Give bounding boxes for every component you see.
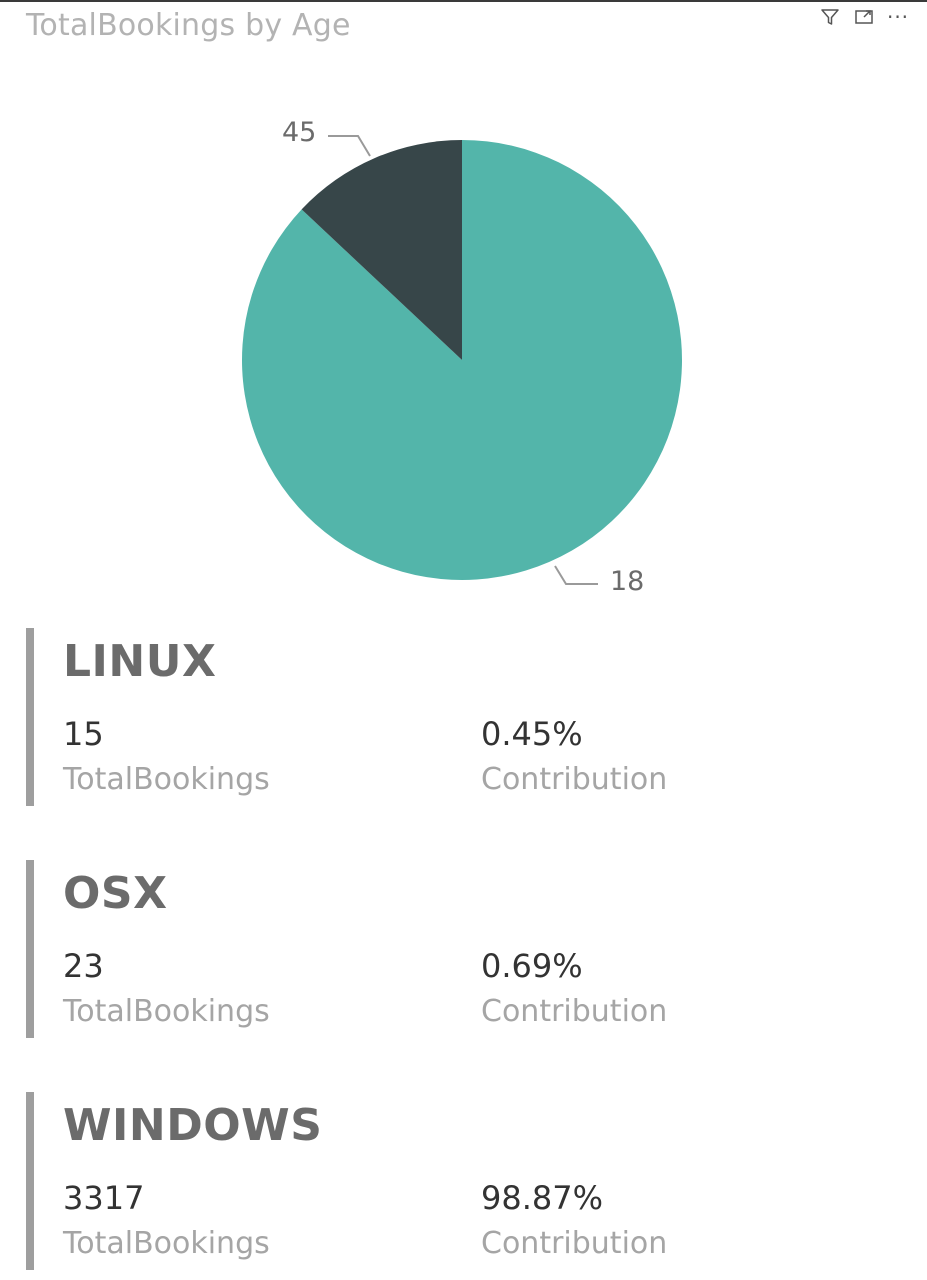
card-accent-bar	[26, 628, 34, 806]
metric-total-bookings: 3317 TotalBookings	[63, 1176, 270, 1266]
metric-label: TotalBookings	[63, 762, 270, 797]
card-title: WINDOWS	[63, 1100, 323, 1151]
card-windows[interactable]: WINDOWS 3317 TotalBookings 98.87% Contri…	[26, 1092, 886, 1270]
card-title: OSX	[63, 868, 168, 919]
leader-line-45	[328, 135, 371, 157]
metric-label: Contribution	[481, 762, 668, 797]
card-accent-bar	[26, 1092, 34, 1270]
slice-label-45: 45	[282, 117, 316, 148]
metric-label: Contribution	[481, 994, 668, 1029]
metric-value: 98.87%	[481, 1179, 604, 1217]
metric-value: 3317	[63, 1179, 145, 1217]
metric-value: 15	[63, 715, 104, 753]
card-linux[interactable]: LINUX 15 TotalBookings 0.45% Contributio…	[26, 628, 886, 806]
metric-label: Contribution	[481, 1226, 668, 1261]
metric-total-bookings: 23 TotalBookings	[63, 944, 270, 1034]
metric-total-bookings: 15 TotalBookings	[63, 712, 270, 802]
metric-contribution: 0.69% Contribution	[481, 944, 667, 1034]
metric-value: 0.69%	[481, 947, 583, 985]
metric-label: TotalBookings	[63, 994, 270, 1029]
metric-label: TotalBookings	[63, 1226, 270, 1261]
slice-label-18: 18	[610, 566, 644, 597]
metric-contribution: 98.87% Contribution	[481, 1176, 667, 1266]
metric-value: 0.45%	[481, 715, 583, 753]
card-title: LINUX	[63, 636, 217, 687]
leader-line-18	[554, 565, 598, 585]
pie-chart: 45 18	[241, 117, 683, 597]
metric-contribution: 0.45% Contribution	[481, 712, 667, 802]
card-osx[interactable]: OSX 23 TotalBookings 0.69% Contribution	[26, 860, 886, 1038]
card-accent-bar	[26, 860, 34, 1038]
metric-value: 23	[63, 947, 104, 985]
